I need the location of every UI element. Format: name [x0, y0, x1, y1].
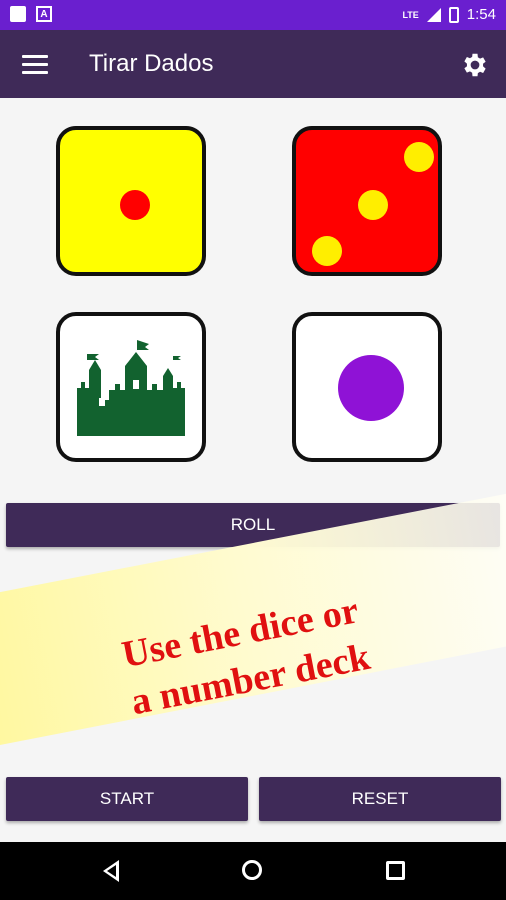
yellow-pip: [404, 142, 434, 172]
castle-icon: [77, 340, 185, 436]
navigation-bar: [0, 842, 506, 900]
gear-icon[interactable]: [460, 50, 490, 80]
purple-pip: [338, 355, 404, 421]
network-label: LTE: [402, 9, 419, 20]
signal-icon: [426, 7, 441, 22]
reset-button[interactable]: RESET: [259, 777, 501, 821]
notification-a-icon: A: [36, 6, 52, 22]
status-bar: A LTE 1:54: [0, 0, 506, 30]
clock: 1:54: [466, 6, 496, 23]
sd-card-icon: [10, 6, 26, 22]
die-1[interactable]: [56, 126, 206, 276]
app-title: Tirar Dados: [89, 50, 214, 77]
back-icon[interactable]: [103, 860, 119, 882]
die-4[interactable]: [292, 312, 442, 462]
yellow-pip: [358, 190, 388, 220]
battery-icon: [448, 6, 459, 23]
start-button[interactable]: START: [6, 777, 248, 821]
app-bar: Tirar Dados: [0, 30, 506, 98]
dice-board: ROLL: [0, 98, 506, 842]
home-icon[interactable]: [242, 860, 262, 880]
die-3[interactable]: [56, 312, 206, 462]
red-pip: [120, 190, 150, 220]
menu-icon[interactable]: [22, 52, 48, 76]
recent-apps-icon[interactable]: [386, 861, 405, 880]
die-2[interactable]: [292, 126, 442, 276]
yellow-pip: [312, 236, 342, 266]
